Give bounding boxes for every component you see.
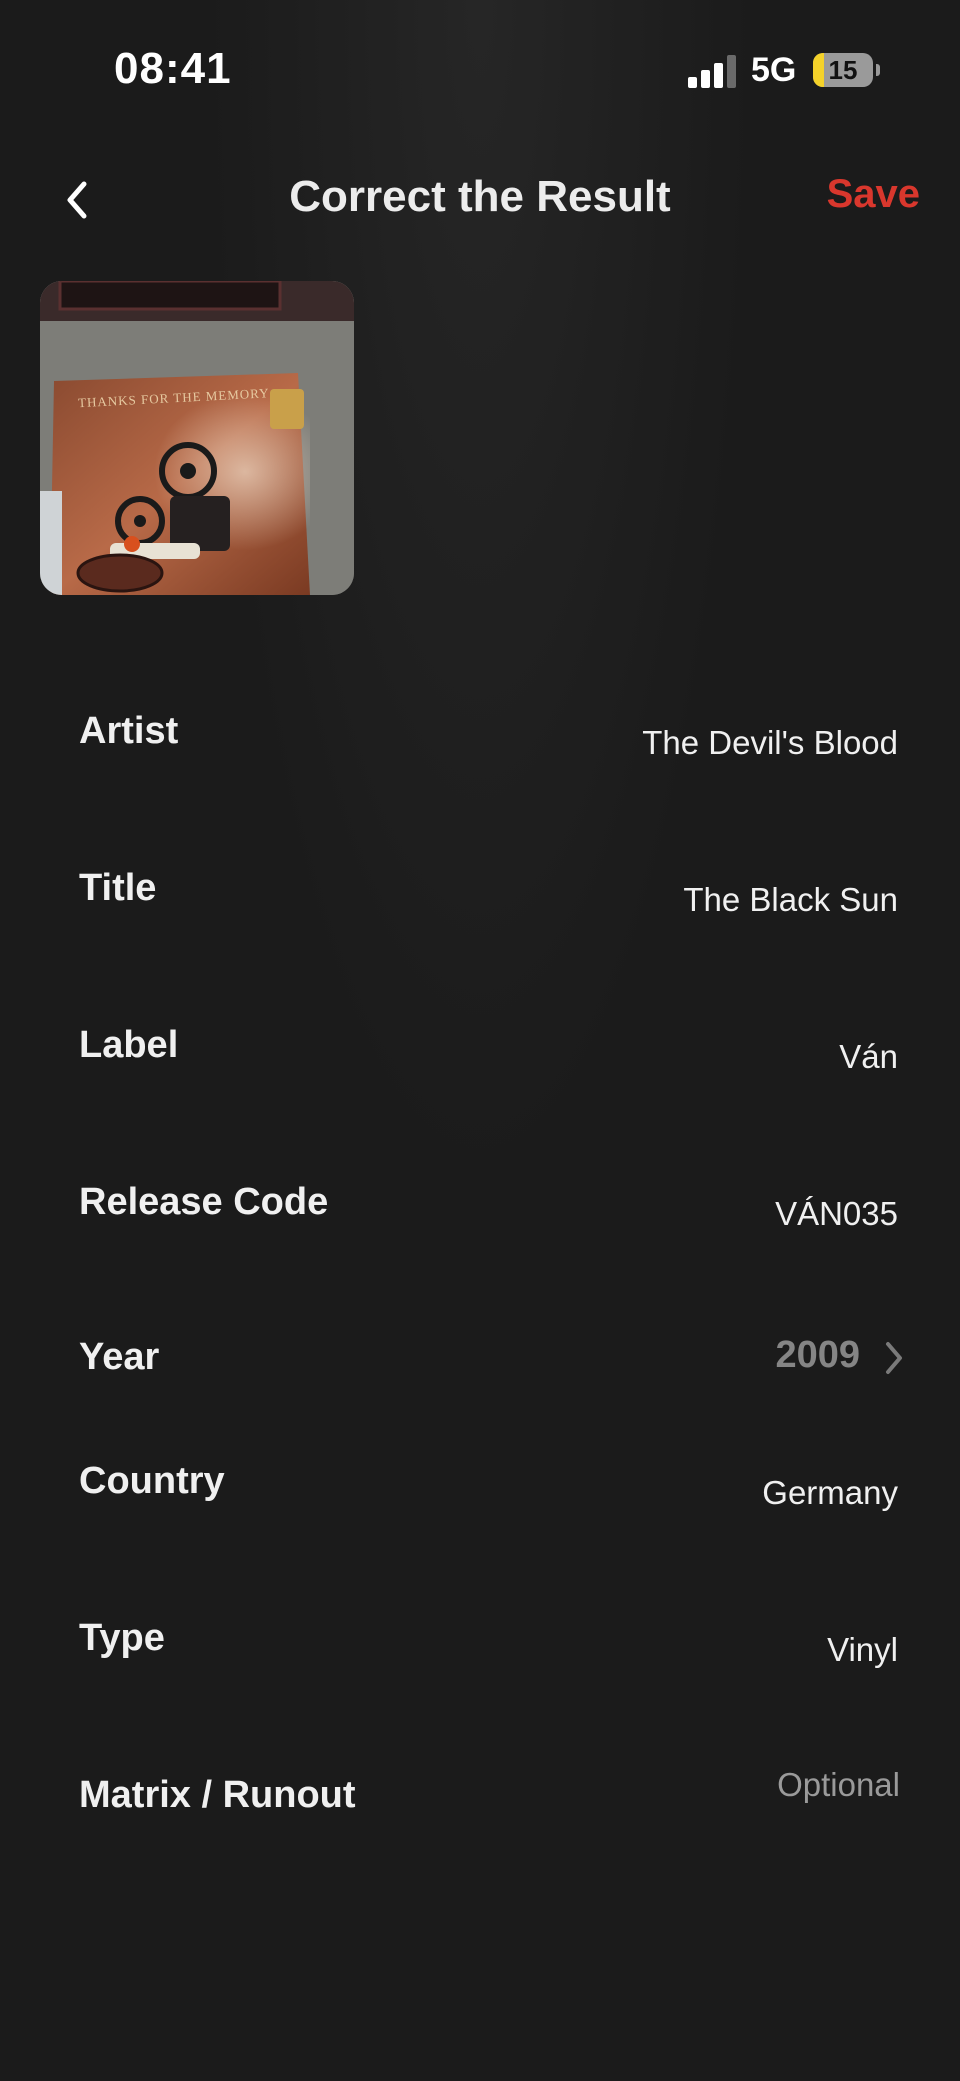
country-label: Country (79, 1460, 225, 1502)
signal-strength-icon (688, 54, 738, 88)
year-value[interactable]: 2009 (775, 1334, 860, 1377)
page-title: Correct the Result (289, 172, 671, 221)
record-cover-photo[interactable]: THANKS FOR THE MEMORY (40, 281, 354, 595)
country-row[interactable]: Country Germany (40, 1450, 920, 1570)
nav-bar: Correct the Result Save (0, 150, 960, 250)
save-button[interactable]: Save (827, 172, 920, 217)
matrix-input[interactable]: Optional (777, 1766, 900, 1804)
battery-level: 15 (828, 55, 858, 85)
matrix-label: Matrix / Runout (79, 1774, 356, 1816)
release-code-value[interactable]: VÁN035 (775, 1195, 898, 1233)
type-value[interactable]: Vinyl (827, 1631, 898, 1669)
title-label: Title (79, 867, 157, 909)
battery-icon: 15 (813, 53, 873, 87)
type-row[interactable]: Type Vinyl (40, 1607, 920, 1727)
cover-image (40, 281, 354, 595)
title-value[interactable]: The Black Sun (683, 881, 898, 919)
artist-row[interactable]: Artist The Devil's Blood (40, 700, 920, 820)
artist-value[interactable]: The Devil's Blood (642, 724, 898, 762)
title-row[interactable]: Title The Black Sun (40, 857, 920, 977)
year-row[interactable]: Year 2009 (40, 1326, 920, 1446)
chevron-left-icon (67, 181, 87, 219)
artist-label: Artist (79, 710, 179, 752)
label-label: Label (79, 1024, 179, 1066)
release-code-row[interactable]: Release Code VÁN035 (40, 1171, 920, 1291)
country-value[interactable]: Germany (762, 1474, 898, 1512)
label-row[interactable]: Label Ván (40, 1014, 920, 1134)
back-button[interactable] (50, 170, 110, 230)
status-bar: 08:41 5G 15 (0, 0, 960, 140)
label-value[interactable]: Ván (839, 1038, 898, 1076)
network-type: 5G (751, 51, 797, 89)
chevron-right-icon (886, 1342, 902, 1374)
release-code-label: Release Code (79, 1181, 329, 1223)
battery-tip (876, 64, 880, 76)
type-label: Type (79, 1617, 165, 1659)
matrix-row[interactable]: Matrix / Runout Optional (40, 1764, 920, 1884)
year-label: Year (79, 1336, 160, 1378)
status-time: 08:41 (114, 44, 232, 93)
